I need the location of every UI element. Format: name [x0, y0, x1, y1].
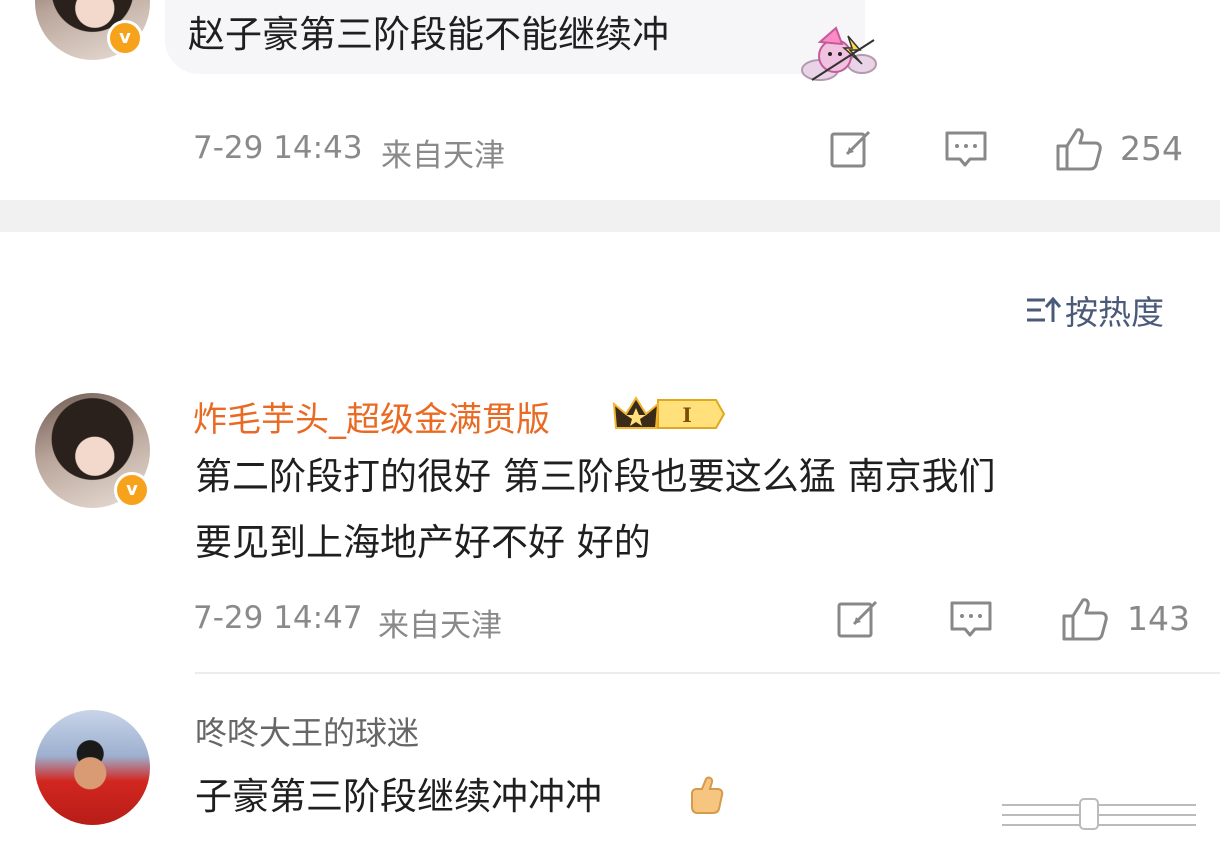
comment-location: 来自天津	[378, 608, 502, 644]
verified-badge-icon: v	[107, 20, 143, 56]
sort-icon	[1025, 295, 1062, 325]
comment-text-line-2: 要见到上海地产好不好 好的	[195, 521, 651, 564]
svg-text:I: I	[682, 403, 691, 427]
like-icon[interactable]	[1055, 126, 1103, 172]
verified-badge-icon: v	[114, 472, 150, 508]
sort-button[interactable]: 按热度	[1025, 288, 1164, 332]
username[interactable]: 咚咚大王的球迷	[195, 708, 419, 754]
crown-vip-badge-icon: I	[612, 392, 727, 436]
cupid-sticker-icon	[790, 24, 880, 88]
comment-text-line-1: 第二阶段打的很好 第三阶段也要这么猛 南京我们	[195, 455, 996, 498]
repost-icon[interactable]	[829, 129, 873, 169]
more-handle-icon[interactable]	[1000, 795, 1200, 835]
comment-icon[interactable]	[949, 599, 993, 641]
like-icon[interactable]	[1061, 596, 1109, 642]
like-count: 143	[1127, 599, 1190, 638]
divider	[195, 672, 1220, 674]
comment-time: 7-29 14:43	[193, 130, 363, 166]
comment-location: 来自天津	[381, 138, 505, 174]
sort-label: 按热度	[1065, 293, 1164, 332]
repost-icon[interactable]	[836, 599, 880, 639]
like-count: 254	[1120, 129, 1183, 168]
comment-icon[interactable]	[944, 129, 988, 171]
comment-text: 子豪第三阶段继续冲冲冲	[195, 775, 602, 818]
thumbs-up-emoji-icon	[684, 775, 726, 817]
comment-text: 赵子豪第三阶段能不能继续冲	[188, 13, 669, 56]
username[interactable]: 炸毛芋头_超级金满贯版	[193, 392, 550, 441]
avatar[interactable]	[35, 710, 150, 825]
comment-time: 7-29 14:47	[193, 600, 363, 636]
section-divider	[0, 200, 1220, 232]
